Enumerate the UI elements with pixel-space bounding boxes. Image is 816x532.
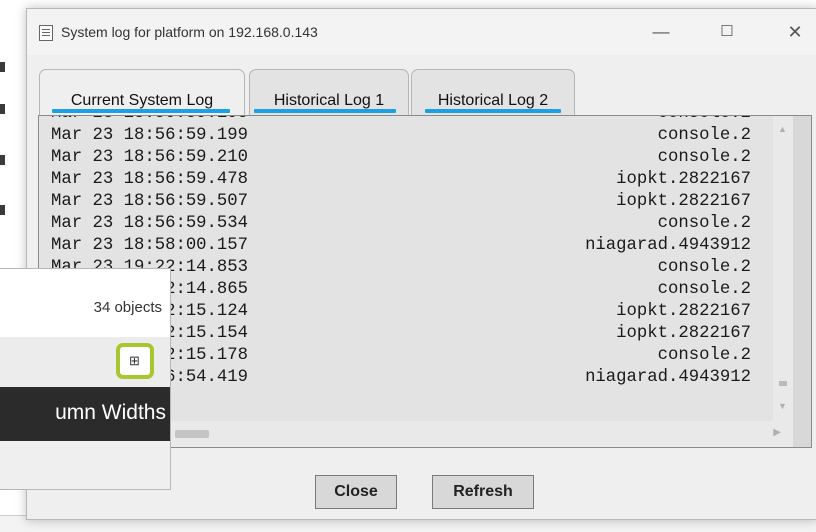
log-timestamp: Mar 23 18:56:59.210 bbox=[51, 148, 249, 167]
menu-item-label: umn Widths bbox=[55, 401, 166, 424]
log-source: console.2 bbox=[657, 214, 751, 233]
scroll-up-icon[interactable]: ▲ bbox=[778, 124, 787, 134]
tab-historical-log-1[interactable]: Historical Log 1 bbox=[249, 69, 409, 121]
log-line: Mar 23 18:56:59.199 console.2 bbox=[51, 125, 751, 147]
log-timestamp: Mar 23 18:56:59.478 bbox=[51, 170, 249, 189]
log-line: Mar 23 18:56:59.478 iopkt.2822167 bbox=[51, 169, 751, 191]
tab-underline bbox=[52, 109, 230, 113]
scroll-down-icon[interactable]: ▼ bbox=[778, 401, 787, 411]
scroll-right-icon[interactable]: ▶ bbox=[773, 427, 781, 438]
close-button[interactable]: Close bbox=[315, 475, 397, 509]
tab-underline bbox=[254, 109, 396, 113]
log-line: Mar 23 18:56:59.195 console.2 bbox=[51, 116, 751, 125]
log-line: Mar 23 18:58:00.157 niagarad.4943912 bbox=[51, 235, 751, 257]
log-source: iopkt.2822167 bbox=[616, 302, 751, 321]
object-count: 34 objects bbox=[93, 299, 162, 316]
log-source: niagarad.4943912 bbox=[585, 368, 751, 387]
minimize-button[interactable]: — bbox=[641, 17, 681, 47]
log-timestamp: Mar 23 18:56:59.199 bbox=[51, 126, 249, 145]
log-source: console.2 bbox=[657, 258, 751, 277]
log-source: iopkt.2822167 bbox=[616, 170, 751, 189]
overlay-panel: 34 objects ⊞ umn Widths bbox=[0, 268, 171, 490]
log-source: iopkt.2822167 bbox=[616, 192, 751, 211]
close-window-button[interactable]: ✕ bbox=[775, 17, 815, 47]
tab-current-system-log[interactable]: Current System Log bbox=[39, 69, 245, 121]
log-source: console.2 bbox=[657, 148, 751, 167]
log-timestamp: Mar 23 18:56:59.507 bbox=[51, 192, 249, 211]
tab-underline bbox=[425, 109, 561, 113]
overlay-footer bbox=[0, 441, 170, 489]
scrollbar-thumb[interactable] bbox=[175, 430, 209, 438]
background-marker bbox=[0, 155, 5, 165]
document-icon bbox=[39, 25, 53, 41]
background-marker bbox=[0, 104, 5, 114]
window-title: System log for platform on 192.168.0.143 bbox=[61, 24, 318, 40]
log-source: iopkt.2822167 bbox=[616, 324, 751, 343]
log-line: Mar 23 18:56:59.210 console.2 bbox=[51, 147, 751, 169]
log-timestamp: Mar 23 18:56:59.534 bbox=[51, 214, 249, 233]
background-marker bbox=[0, 62, 5, 72]
context-menu-item[interactable]: umn Widths bbox=[0, 387, 170, 441]
table-settings-icon: ⊞ bbox=[129, 353, 140, 368]
maximize-button[interactable]: ☐ bbox=[707, 17, 747, 47]
log-line: Mar 23 18:56:59.534 console.2 bbox=[51, 213, 751, 235]
tab-historical-log-2[interactable]: Historical Log 2 bbox=[411, 69, 575, 121]
background-marker bbox=[0, 205, 5, 215]
overlay-header: 34 objects bbox=[0, 269, 170, 337]
vertical-scrollbar[interactable]: ▲ ▼ bbox=[773, 116, 793, 421]
title-bar[interactable]: System log for platform on 192.168.0.143… bbox=[27, 9, 816, 55]
log-source: console.2 bbox=[657, 346, 751, 365]
log-line: Mar 23 18:56:59.507 iopkt.2822167 bbox=[51, 191, 751, 213]
refresh-button[interactable]: Refresh bbox=[432, 475, 534, 509]
scrollbar-thumb[interactable] bbox=[779, 381, 787, 386]
log-source: niagarad.4943912 bbox=[585, 236, 751, 255]
log-source: console.2 bbox=[657, 280, 751, 299]
log-timestamp: Mar 23 18:58:00.157 bbox=[51, 236, 249, 255]
log-source: console.2 bbox=[657, 126, 751, 145]
column-settings-button[interactable]: ⊞ bbox=[116, 343, 154, 379]
